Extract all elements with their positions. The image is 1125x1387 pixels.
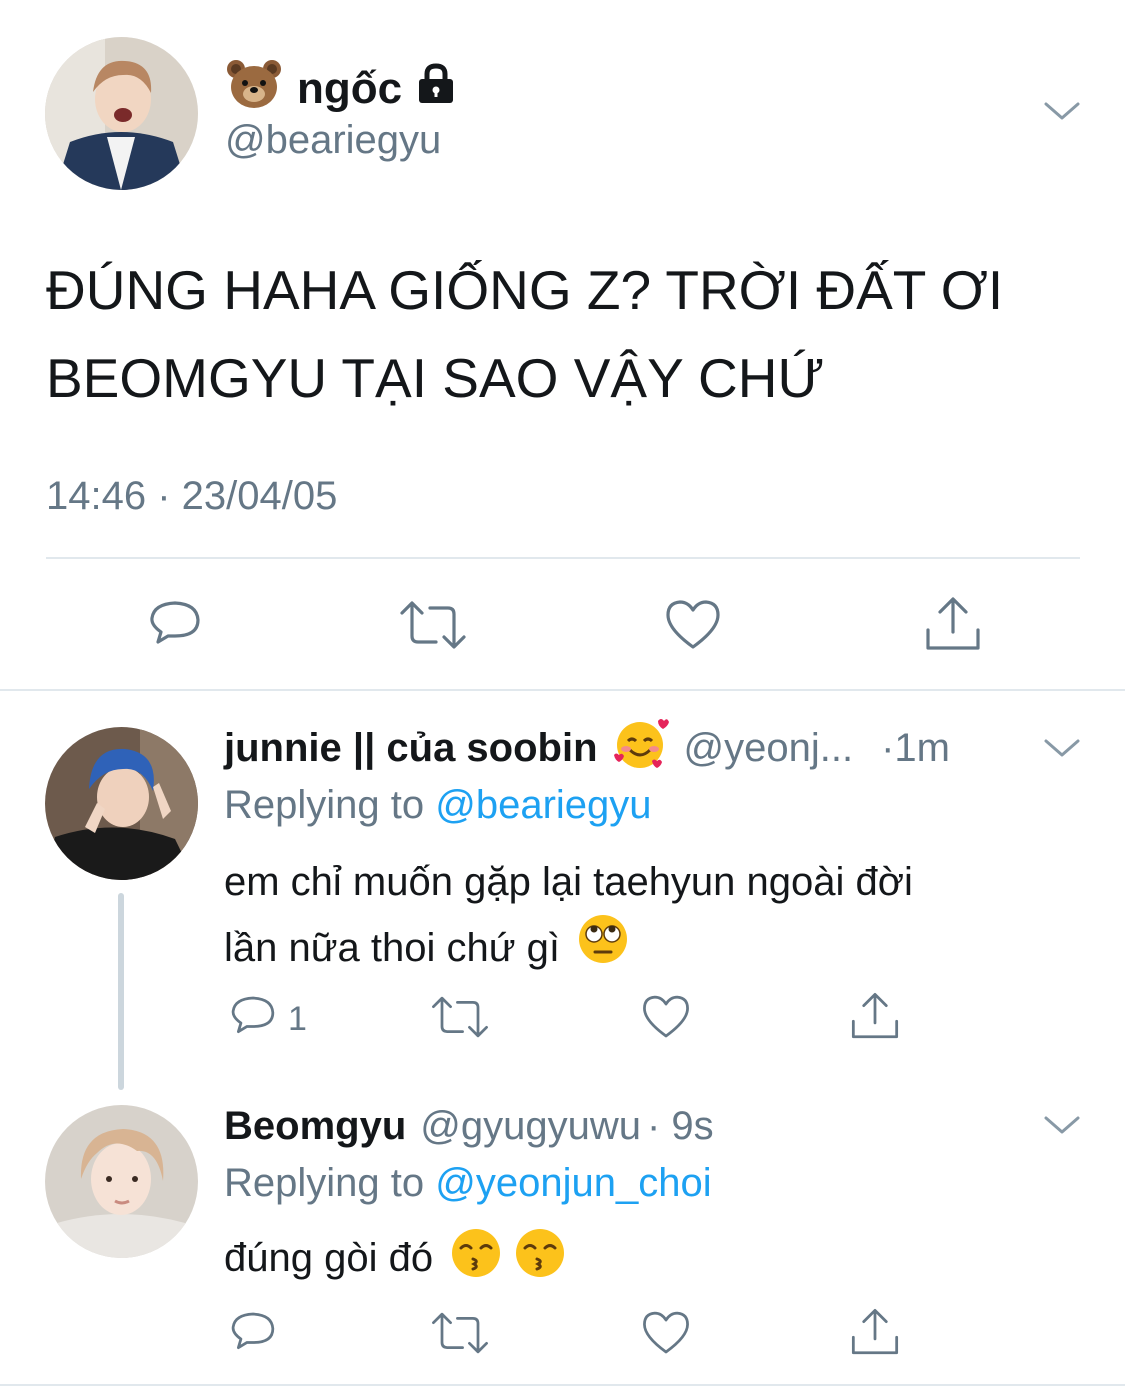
- reply2-chevron-down-icon[interactable]: [1040, 1110, 1084, 1145]
- reply-icon: [228, 992, 278, 1047]
- replying-to-handle-link[interactable]: @yeonjun_choi: [435, 1161, 711, 1205]
- main-handle[interactable]: @beariegyu: [225, 118, 441, 163]
- main-like-icon[interactable]: [664, 596, 722, 659]
- reply1-time[interactable]: ·1m: [881, 726, 950, 771]
- reply2-text: đúng gòi đó: [224, 1235, 434, 1280]
- reply1-display-name[interactable]: junnie || của soobin: [224, 726, 598, 771]
- display-name-text: ngốc: [297, 64, 403, 113]
- reply1-text-line-1: em chỉ muốn gặp lại taehyun ngoài đời: [224, 860, 913, 904]
- reply1-replying-to: Replying to @beariegyu: [224, 783, 652, 828]
- smiling-face-with-hearts-emoji: [612, 715, 670, 781]
- reply2-like-icon[interactable]: [641, 1308, 691, 1363]
- main-tweet-line-1: ĐÚNG HAHA GIỐNG Z? TRỜI ĐẤT ƠI: [46, 259, 1004, 321]
- reply1-reply-button[interactable]: 1: [228, 992, 307, 1047]
- face-with-rolling-eyes-emoji: [576, 912, 630, 983]
- reply2-share-icon[interactable]: [848, 1306, 902, 1363]
- main-avatar[interactable]: [45, 37, 198, 190]
- lock-icon: [416, 62, 456, 116]
- section-divider: [0, 689, 1125, 691]
- reply2-handle[interactable]: @gyugyuwu: [420, 1104, 641, 1149]
- reply1-retweet-icon[interactable]: [430, 992, 490, 1047]
- reply-count: 1: [288, 1000, 307, 1038]
- reply2-reply-icon[interactable]: [228, 1308, 278, 1363]
- main-chevron-down-icon[interactable]: [1040, 96, 1084, 131]
- bottom-divider: [0, 1384, 1125, 1386]
- main-tweet-text: ĐÚNG HAHA GIỐNG Z? TRỜI ĐẤT ƠI BEOMGYU T…: [46, 246, 1003, 422]
- reply2-text-row: đúng gòi đó: [224, 1228, 567, 1288]
- main-tweet-line-2: BEOMGYU TẠI SAO VẬY CHỨ: [46, 347, 825, 409]
- reply1-text-line-2: lần nữa thoi chứ gì: [224, 925, 560, 970]
- replying-to-handle-link[interactable]: @beariegyu: [435, 783, 651, 827]
- main-share-icon[interactable]: [922, 594, 984, 659]
- reply2-display-name[interactable]: Beomgyu: [224, 1104, 406, 1149]
- reply1-header: junnie || của soobin @yeonj... ·1m: [224, 719, 1024, 774]
- reply2-retweet-icon[interactable]: [430, 1308, 490, 1363]
- reply1-chevron-down-icon[interactable]: [1040, 733, 1084, 768]
- main-reply-icon[interactable]: [146, 596, 204, 659]
- main-retweet-icon[interactable]: [398, 596, 468, 659]
- replying-to-label: Replying to: [224, 1161, 425, 1205]
- reply2-replying-to: Replying to @yeonjun_choi: [224, 1161, 712, 1206]
- reply1-text-line-2-row: lần nữa thoi chứ gì: [224, 912, 913, 983]
- thread-line: [118, 893, 124, 1090]
- reply1-handle[interactable]: @yeonj...: [684, 726, 854, 771]
- bear-face-emoji: [225, 58, 283, 121]
- avatar-photo: [45, 727, 198, 880]
- main-divider: [46, 557, 1080, 559]
- reply2-header: Beomgyu @gyugyuwu · 9s: [224, 1100, 714, 1152]
- kissing-face-with-smiling-eyes-emoji: [449, 1226, 503, 1290]
- reply2-avatar[interactable]: [45, 1105, 198, 1258]
- reply1-avatar[interactable]: [45, 727, 198, 880]
- reply1-like-icon[interactable]: [641, 992, 691, 1047]
- reply1-share-icon[interactable]: [848, 990, 902, 1047]
- replying-to-label: Replying to: [224, 783, 425, 827]
- main-timestamp[interactable]: 14:46 · 23/04/05: [46, 474, 337, 519]
- reply1-text: em chỉ muốn gặp lại taehyun ngoài đời lầ…: [224, 852, 913, 983]
- avatar-photo: [45, 1105, 198, 1258]
- reply2-time[interactable]: · 9s: [647, 1104, 714, 1149]
- main-display-name[interactable]: ngốc: [225, 59, 456, 116]
- kissing-face-with-smiling-eyes-emoji: [513, 1226, 567, 1290]
- avatar-photo: [45, 37, 198, 190]
